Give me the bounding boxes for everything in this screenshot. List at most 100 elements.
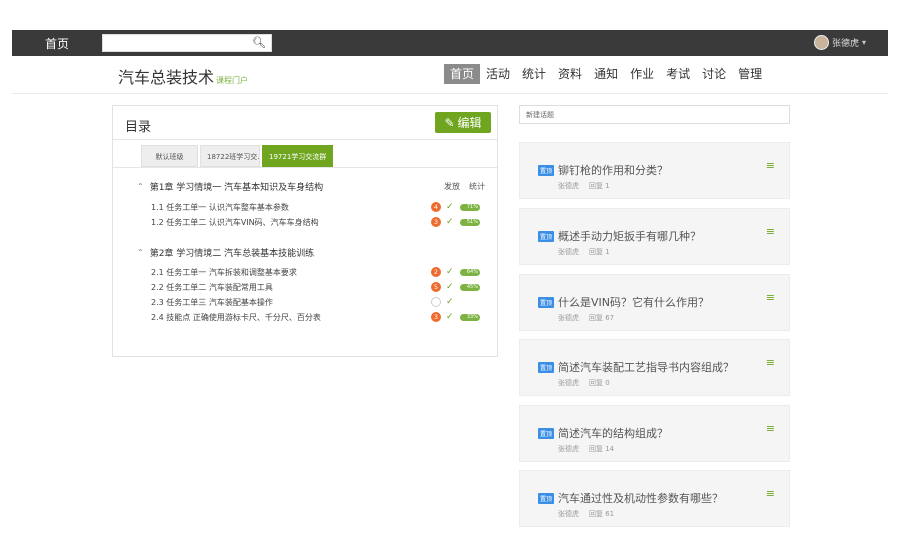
nav-item[interactable]: 管理	[732, 64, 768, 84]
lesson-item[interactable]: 2.4 技能点 正确使用游标卡尺、千分尺、百分表	[151, 312, 321, 323]
topic-meta: 张德虎 回复 14	[558, 444, 614, 454]
nav-item[interactable]: 首页	[444, 64, 481, 84]
pinned-tag: 置顶	[538, 297, 555, 308]
topic-title[interactable]: 汽车通过性及机动性参数有哪些？	[558, 490, 723, 506]
new-topic-input[interactable]: 新建话题	[519, 105, 790, 124]
user-menu[interactable]: 张德虎 ▾	[813, 35, 866, 50]
check-icon: ✓	[446, 267, 454, 277]
count-badge[interactable]: 4	[431, 202, 441, 212]
course-nav: 首页 活动 统计 资料 通知 作业 考试 讨论 管理	[444, 64, 768, 84]
column-stats: 统计	[469, 182, 485, 191]
topic-title[interactable]: 简述汽车装配工艺指导书内容组成？	[558, 359, 734, 375]
check-icon: ✓	[446, 282, 454, 292]
count-badge[interactable]: 3	[431, 312, 441, 322]
lesson-item[interactable]: 1.1 任务工单一 认识汽车整车基本参数	[151, 202, 289, 213]
pencil-icon: ✎	[444, 115, 455, 130]
search-input[interactable]: 🔍︎	[102, 34, 272, 52]
progress-pill[interactable]: 51%	[460, 218, 480, 226]
class-tabs: 默认班级 18722班学习交... 19721学习交流群	[141, 145, 334, 167]
progress-pill[interactable]: 33%	[460, 313, 480, 321]
column-publish: 发放	[444, 182, 460, 191]
user-name[interactable]: 张德虎	[832, 36, 859, 49]
check-icon: ✓	[446, 297, 454, 307]
nav-item[interactable]: 讨论	[696, 64, 732, 84]
topic-replies: 回复 67	[589, 314, 615, 322]
lesson-stats: ✓	[431, 297, 455, 307]
count-badge[interactable]: 2	[431, 267, 441, 277]
menu-icon[interactable]: ≡	[766, 422, 775, 435]
menu-icon[interactable]: ≡	[766, 159, 775, 172]
menu-icon[interactable]: ≡	[766, 356, 775, 369]
menu-icon[interactable]: ≡	[766, 225, 775, 238]
pinned-tag: 置顶	[538, 231, 555, 242]
home-link[interactable]: 首页	[45, 35, 69, 52]
chapter-1[interactable]: ⌃ 第1章 学习情境一 汽车基本知识及车身结构	[137, 180, 323, 193]
nav-item[interactable]: 资料	[552, 64, 588, 84]
count-badge[interactable]: 5	[431, 282, 441, 292]
lesson-item[interactable]: 2.3 任务工单三 汽车装配基本操作	[151, 297, 273, 308]
topic-card[interactable]: 置顶 汽车通过性及机动性参数有哪些？ 张德虎 回复 61 ≡	[519, 470, 790, 527]
topic-title[interactable]: 铆钉枪的作用和分类？	[558, 162, 668, 178]
topic-card[interactable]: 置顶 简述汽车的结构组成？ 张德虎 回复 14 ≡	[519, 405, 790, 462]
pinned-tag: 置顶	[538, 165, 555, 176]
chevron-up-icon[interactable]: ⌃	[137, 182, 144, 191]
tab-default-class[interactable]: 默认班级	[141, 145, 198, 167]
topic-author: 张德虎	[558, 314, 579, 322]
chapter-2[interactable]: ⌃ 第2章 学习情境二 汽车总装基本技能训练	[137, 246, 314, 259]
topic-title[interactable]: 概述手动力矩扳手有哪几种？	[558, 228, 701, 244]
progress-pill[interactable]: 71%	[460, 203, 480, 211]
topic-title[interactable]: 简述汽车的结构组成？	[558, 425, 668, 441]
topic-author: 张德虎	[558, 248, 579, 256]
lesson-item[interactable]: 1.2 任务工单二 认识汽车VIN码、汽车车身结构	[151, 217, 319, 228]
count-badge[interactable]: 3	[431, 217, 441, 227]
topic-card[interactable]: 置顶 铆钉枪的作用和分类？ 张德虎 回复 1 ≡	[519, 142, 790, 199]
tab-18722[interactable]: 18722班学习交...	[200, 145, 260, 167]
topic-meta: 张德虎 回复 67	[558, 313, 614, 323]
menu-icon[interactable]: ≡	[766, 487, 775, 500]
topic-author: 张德虎	[558, 445, 579, 453]
divider	[113, 167, 497, 168]
chevron-up-icon[interactable]: ⌃	[137, 248, 144, 257]
nav-item[interactable]: 作业	[624, 64, 660, 84]
topic-author: 张德虎	[558, 379, 579, 387]
check-icon: ✓	[446, 202, 454, 212]
topic-replies: 回复 61	[589, 510, 615, 518]
course-title: 汽车总装技术 课程门户	[118, 64, 248, 88]
progress-pill[interactable]: 45%	[460, 283, 480, 291]
lesson-item[interactable]: 2.2 任务工单二 汽车装配常用工具	[151, 282, 273, 293]
divider	[113, 139, 497, 140]
topic-card[interactable]: 置顶 什么是VIN码？它有什么作用？ 张德虎 回复 67 ≡	[519, 274, 790, 331]
chevron-down-icon[interactable]: ▾	[862, 38, 866, 47]
tab-19721[interactable]: 19721学习交流群	[262, 145, 334, 167]
topic-title[interactable]: 什么是VIN码？它有什么作用？	[558, 294, 709, 310]
check-icon: ✓	[446, 217, 454, 227]
nav-item[interactable]: 考试	[660, 64, 696, 84]
nav-item[interactable]: 统计	[516, 64, 552, 84]
nav-item[interactable]: 活动	[480, 64, 516, 84]
lesson-item[interactable]: 2.1 任务工单一 汽车拆装和调整基本要求	[151, 267, 297, 278]
search-icon[interactable]: 🔍︎	[252, 36, 266, 49]
avatar[interactable]	[813, 35, 829, 50]
topic-replies: 回复 14	[589, 445, 615, 453]
lesson-stats: 3 ✓ 51%	[431, 217, 480, 227]
topic-replies: 回复 1	[589, 182, 610, 190]
course-portal-link[interactable]: 课程门户	[216, 76, 248, 85]
chapter-title: 第1章 学习情境一 汽车基本知识及车身结构	[149, 183, 324, 193]
lesson-stats: 5 ✓ 45%	[431, 282, 480, 292]
nav-item[interactable]: 通知	[588, 64, 624, 84]
topic-card[interactable]: 置顶 简述汽车装配工艺指导书内容组成？ 张德虎 回复 0 ≡	[519, 339, 790, 396]
progress-pill[interactable]: 64%	[460, 268, 480, 276]
edit-button[interactable]: ✎ 编辑	[435, 112, 491, 133]
edit-label: 编辑	[457, 116, 482, 130]
topic-author: 张德虎	[558, 510, 579, 518]
check-icon: ✓	[446, 312, 454, 322]
top-bar: 首页 🔍︎ 张德虎 ▾	[12, 30, 888, 56]
lesson-stats: 2 ✓ 64%	[431, 267, 480, 277]
chapter-title: 第2章 学习情境二 汽车总装基本技能训练	[149, 249, 315, 259]
topic-card[interactable]: 置顶 概述手动力矩扳手有哪几种？ 张德虎 回复 1 ≡	[519, 208, 790, 265]
menu-icon[interactable]: ≡	[766, 291, 775, 304]
course-name: 汽车总装技术	[118, 68, 215, 87]
topic-meta: 张德虎 回复 1	[558, 181, 610, 191]
lesson-stats: 4 ✓ 71%	[431, 202, 480, 212]
count-badge-empty[interactable]	[431, 297, 441, 307]
